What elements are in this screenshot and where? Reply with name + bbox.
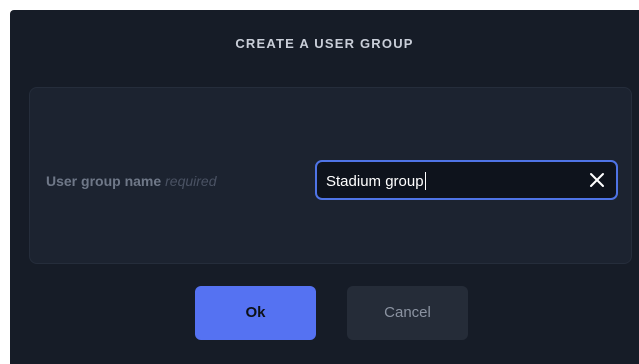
create-user-group-dialog: CREATE A USER GROUP User group name requi…	[10, 10, 639, 364]
required-hint: required	[165, 173, 217, 189]
form-panel: User group name required Stadium group	[29, 87, 632, 264]
input-value[interactable]: Stadium group	[326, 172, 426, 190]
input-value-text[interactable]: Stadium group	[326, 173, 424, 190]
cancel-button[interactable]: Cancel	[347, 286, 468, 340]
field-label-text: User group name	[46, 173, 162, 189]
ok-button[interactable]: Ok	[195, 286, 316, 340]
close-icon[interactable]	[587, 170, 607, 190]
dialog-title: CREATE A USER GROUP	[235, 36, 414, 51]
field-label: User group name required	[46, 173, 217, 189]
text-caret	[424, 172, 426, 190]
user-group-name-input[interactable]: Stadium group	[315, 160, 618, 200]
